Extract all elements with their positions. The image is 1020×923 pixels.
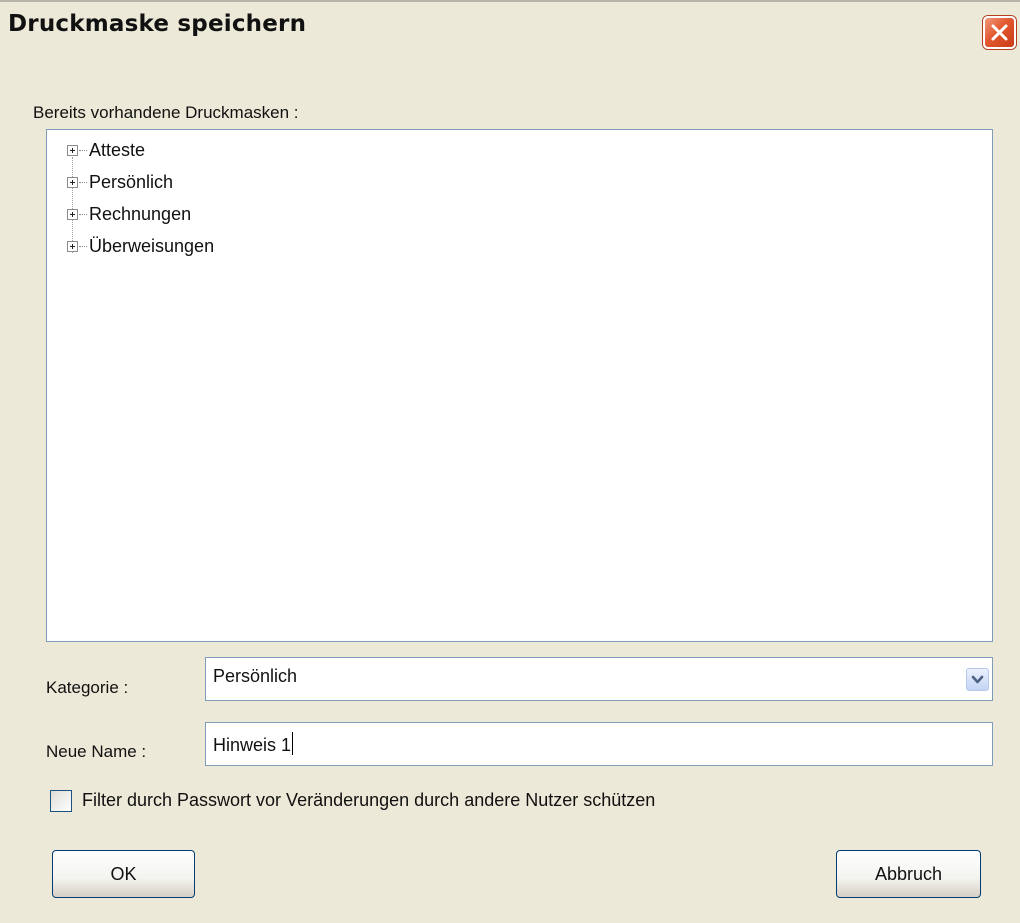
tree-connector xyxy=(79,213,87,215)
password-filter-label[interactable]: Filter durch Passwort vor Veränderungen … xyxy=(82,790,655,811)
expand-plus-icon[interactable] xyxy=(67,240,78,252)
save-print-mask-dialog: Druckmaske speichern Bereits vorhandene … xyxy=(0,0,1020,923)
tree-connector xyxy=(79,245,87,247)
dropdown-button[interactable] xyxy=(966,668,989,691)
tree-node-label[interactable]: Rechnungen xyxy=(89,204,191,225)
category-select[interactable]: Persönlich xyxy=(205,657,993,701)
tree-node-rechnungen[interactable]: Rechnungen xyxy=(67,203,191,225)
tree-node-label[interactable]: Überweisungen xyxy=(89,236,214,257)
tree-connector xyxy=(79,181,87,183)
ok-button[interactable]: OK xyxy=(52,850,195,898)
text-caret xyxy=(292,732,294,755)
existing-masks-tree[interactable]: Atteste Persönlich Rechnungen Überweisun… xyxy=(46,129,993,642)
tree-node-label[interactable]: Persönlich xyxy=(89,172,173,193)
category-selected-value: Persönlich xyxy=(213,666,298,686)
tree-node-atteste[interactable]: Atteste xyxy=(67,139,145,161)
chevron-down-icon xyxy=(971,675,984,684)
expand-plus-icon[interactable] xyxy=(67,144,78,156)
category-label: Kategorie : xyxy=(46,678,129,697)
existing-masks-label: Bereits vorhandene Druckmasken : xyxy=(33,103,299,122)
new-name-label: Neue Name : xyxy=(46,742,147,761)
expand-plus-icon[interactable] xyxy=(67,208,78,220)
cancel-button[interactable]: Abbruch xyxy=(836,850,981,898)
expand-plus-icon[interactable] xyxy=(67,176,78,188)
tree-connector xyxy=(79,149,87,151)
password-filter-checkbox[interactable] xyxy=(50,790,72,812)
new-name-input[interactable]: Hinweis 1 xyxy=(205,722,993,766)
tree-node-persoenlich[interactable]: Persönlich xyxy=(67,171,173,193)
new-name-value: Hinweis 1 xyxy=(213,735,292,755)
window-title: Druckmaske speichern xyxy=(8,11,307,37)
tree-node-label[interactable]: Atteste xyxy=(89,140,145,161)
tree-node-ueberweisungen[interactable]: Überweisungen xyxy=(67,235,214,257)
title-bar: Druckmaske speichern xyxy=(0,0,1020,49)
close-icon xyxy=(991,24,1008,41)
close-button[interactable] xyxy=(983,16,1016,49)
